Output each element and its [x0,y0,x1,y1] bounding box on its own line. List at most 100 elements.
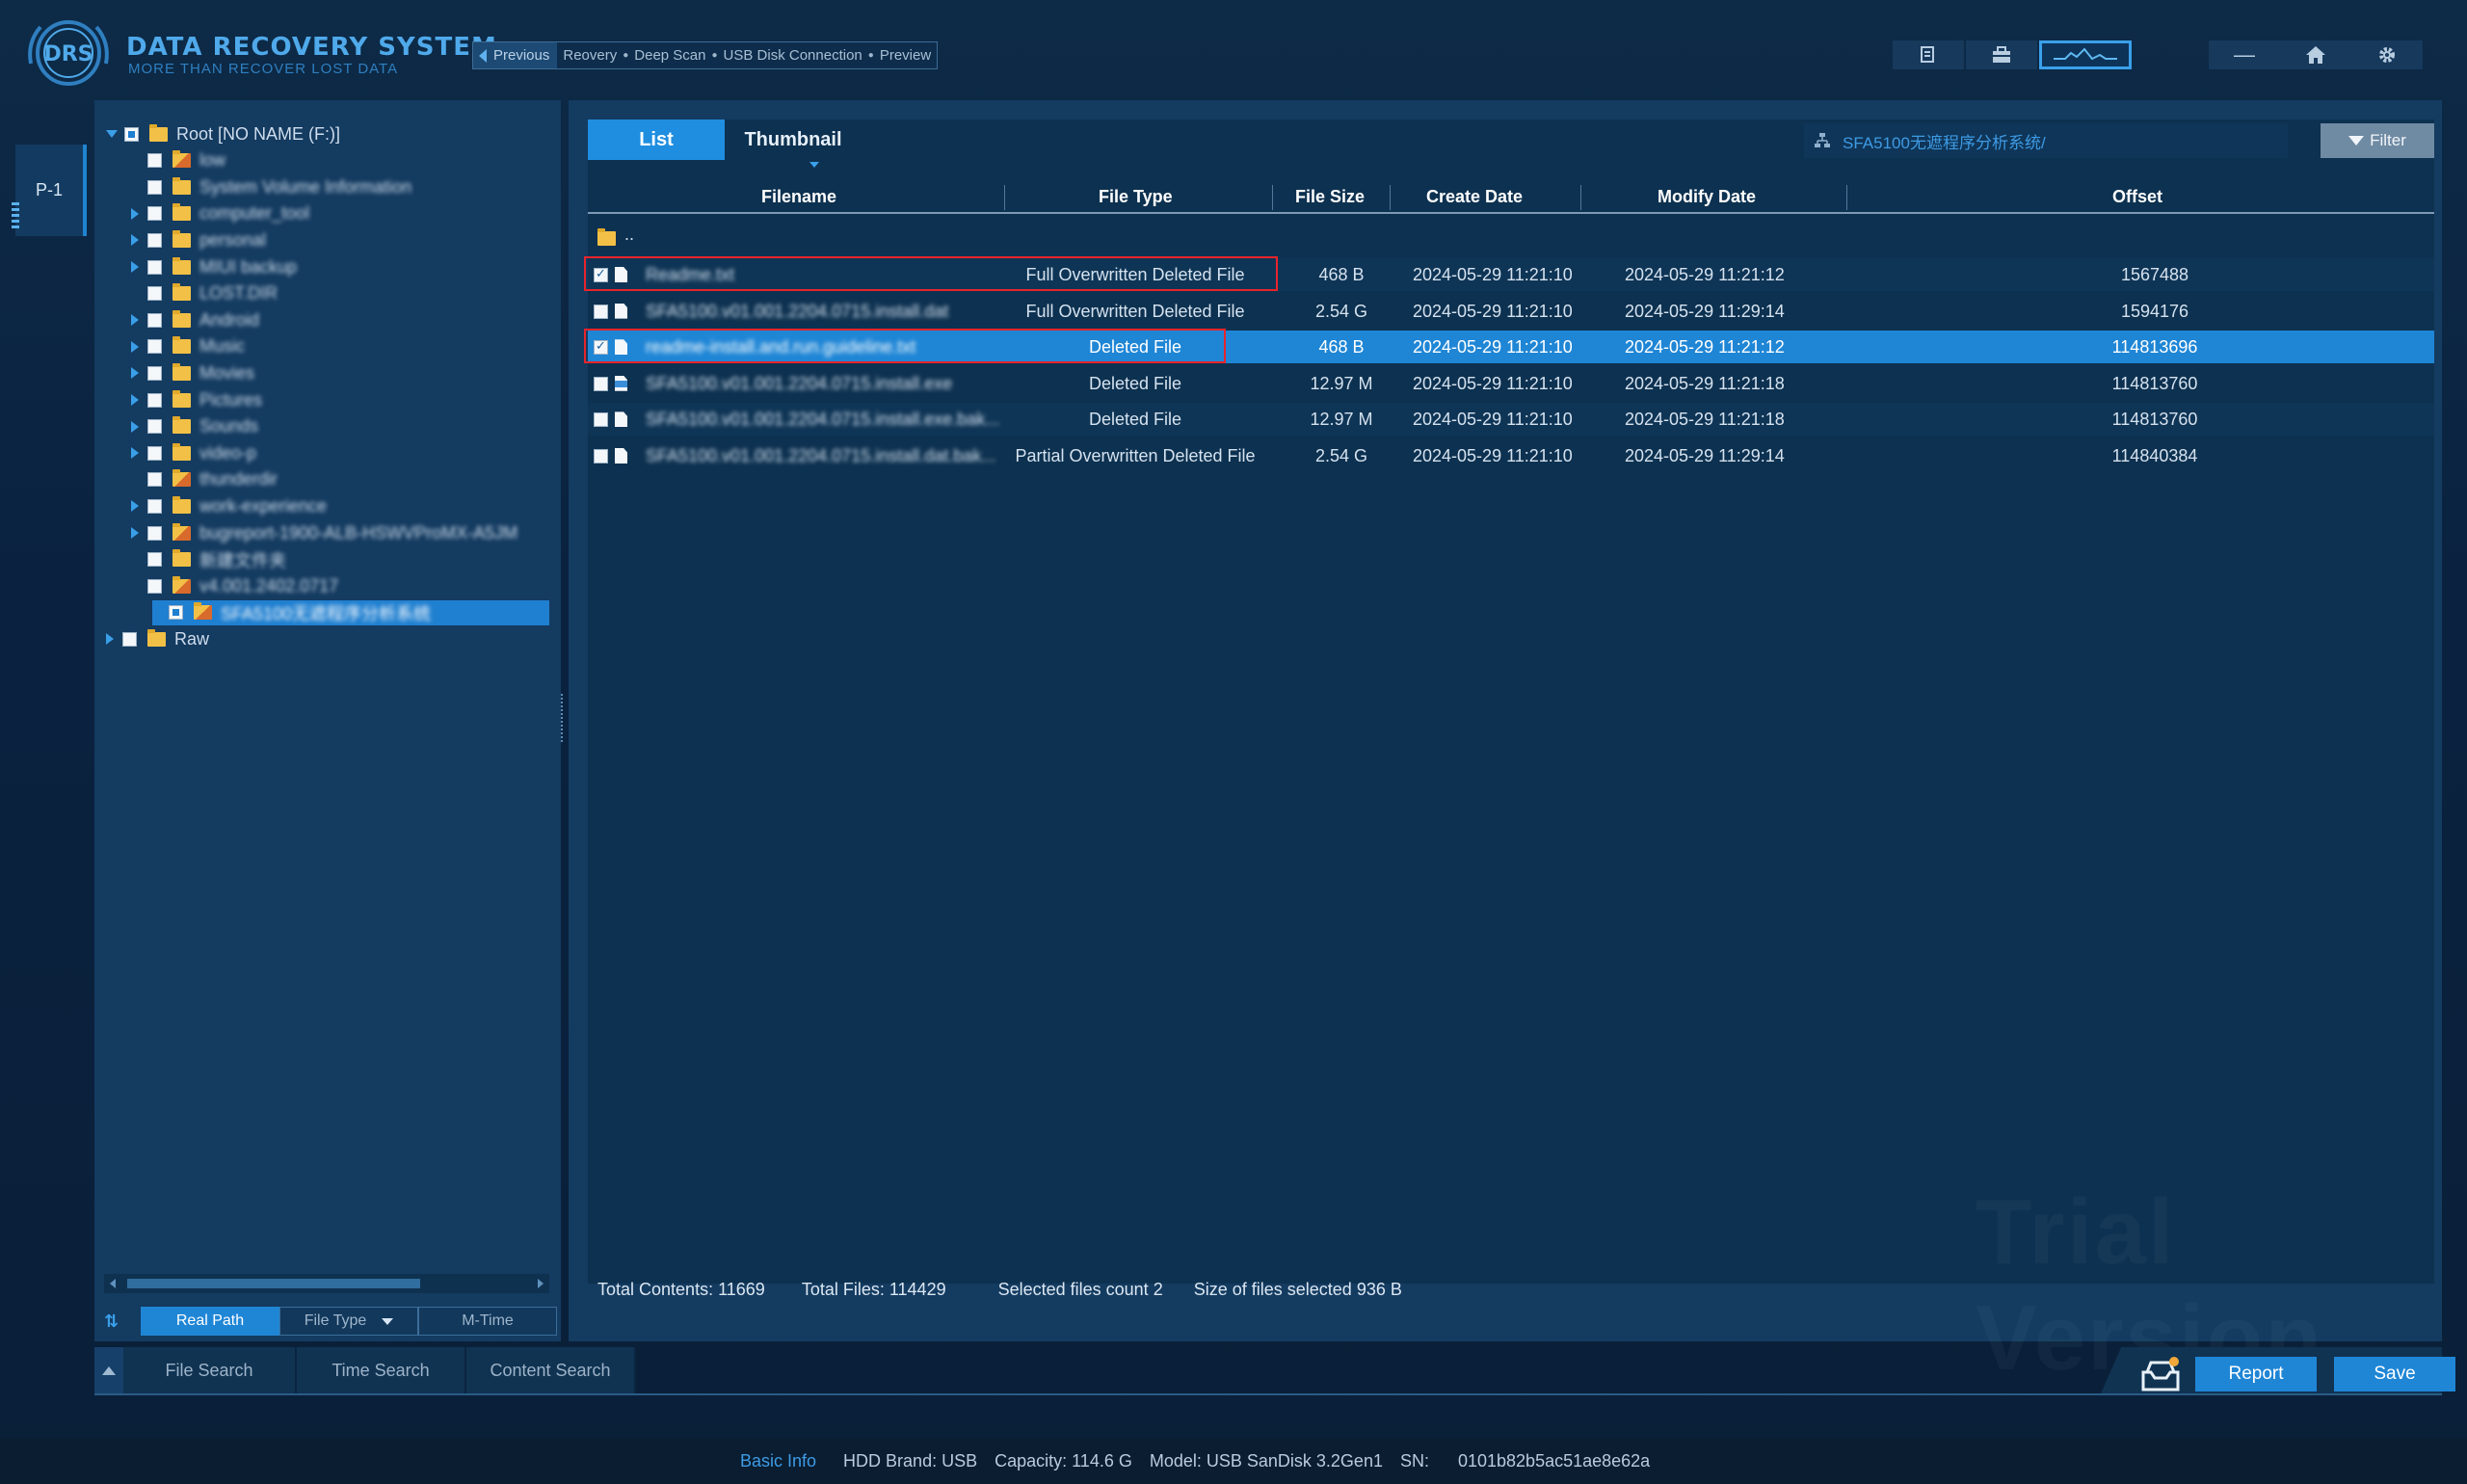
tree-item-checkbox[interactable] [147,472,162,488]
tree-item[interactable]: SFA5100无遮程序分析系统 [152,599,549,625]
tree-item[interactable]: work-experience [131,493,327,518]
filter-button[interactable]: Filter [2321,123,2434,158]
expand-arrow-icon[interactable] [131,314,139,327]
tree-item[interactable]: Movies [131,360,254,385]
tree-item[interactable]: computer_tool [131,201,309,226]
column-offset[interactable]: Offset [2112,187,2162,207]
column-file-type[interactable]: File Type [1099,187,1173,207]
tree-item-checkbox[interactable] [147,419,162,435]
breadcrumb-step-preview[interactable]: Preview [874,47,937,64]
expand-arrow-icon[interactable] [131,420,139,433]
briefcase-button[interactable] [1966,40,2037,69]
sort-m-time-button[interactable]: M-Time [418,1307,557,1336]
tree-item-checkbox[interactable] [147,259,162,275]
tree-item-checkbox[interactable] [122,631,137,647]
tree-item[interactable]: Raw [106,626,209,651]
tree-item-checkbox[interactable] [147,206,162,222]
tree-item[interactable]: System Volume Information [131,174,411,199]
settings-button[interactable] [2351,40,2423,69]
tree-item[interactable]: thunderdir [131,467,278,492]
tree-item-checkbox[interactable] [147,578,162,594]
file-row-checkbox[interactable] [594,304,608,319]
expand-arrow-icon[interactable] [131,340,139,353]
expand-arrow-icon[interactable] [131,367,139,380]
tree-item-checkbox[interactable] [147,153,162,169]
tree-item-checkbox[interactable] [147,552,162,568]
panel-splitter-handle[interactable] [561,694,567,742]
tree-item[interactable]: bugreport-1900-ALB-HSWVProMX-A5JM [131,520,517,545]
tree-item-checkbox[interactable] [147,312,162,328]
expand-arrow-icon[interactable] [131,394,139,406]
scroll-left-icon[interactable] [110,1279,116,1288]
breadcrumb-step-recovery[interactable]: Reovery [557,47,623,64]
tree-item[interactable]: Pictures [131,387,262,412]
tree-item[interactable]: Root [NO NAME (F:)] [106,121,340,146]
tab-file-search[interactable]: File Search [123,1347,297,1393]
search-panel-toggle[interactable] [94,1347,123,1393]
tree-item-checkbox[interactable] [169,605,183,621]
tree-item[interactable]: MIUI backup [131,254,297,279]
expand-open-icon[interactable] [106,130,118,138]
expand-arrow-icon[interactable] [131,261,139,273]
column-separator[interactable] [1390,185,1391,210]
file-row[interactable]: SFA5100.v01.001.2204.0715.install.dat.ba… [588,439,2434,472]
tree-item[interactable]: Sounds [131,414,258,439]
sort-icon[interactable]: ⇅ [104,1312,127,1332]
waveform-button[interactable] [2039,40,2132,69]
column-separator[interactable] [1004,185,1005,210]
tree-item[interactable]: Android [131,307,259,332]
tab-content-search[interactable]: Content Search [466,1347,636,1393]
file-row[interactable]: SFA5100.v01.001.2204.0715.install.dat Ful… [588,295,2434,328]
expand-arrow-icon[interactable] [106,633,114,646]
sort-real-path-button[interactable]: Real Path [141,1307,279,1336]
expand-arrow-icon[interactable] [131,500,139,513]
expand-arrow-icon[interactable] [131,234,139,247]
report-doc-button[interactable] [1893,40,1964,69]
file-row-checkbox[interactable] [594,449,608,464]
file-row-checkbox[interactable] [594,412,608,428]
file-row[interactable]: SFA5100.v01.001.2204.0715.install.exe Del… [588,367,2434,400]
expand-arrow-icon[interactable] [131,447,139,460]
scroll-right-icon[interactable] [538,1279,544,1288]
tree-item[interactable]: v4.001.2402.0717 [131,573,338,598]
column-separator[interactable] [1846,185,1847,210]
tree-item-checkbox[interactable] [147,525,162,541]
column-separator[interactable] [1580,185,1581,210]
column-file-size[interactable]: File Size [1295,187,1365,207]
tree-item-checkbox[interactable] [147,498,162,514]
tree-item-checkbox[interactable] [147,392,162,408]
tree-item-checkbox[interactable] [147,232,162,248]
file-row-checkbox[interactable] [594,376,608,391]
home-button[interactable] [2280,40,2351,69]
column-filename[interactable]: Filename [761,187,836,207]
column-separator[interactable] [1272,185,1273,210]
report-button[interactable]: Report [2195,1357,2317,1391]
current-path-field[interactable]: SFA5100无遮程序分析系统/ [1804,123,2288,158]
tree-item-checkbox[interactable] [147,286,162,302]
tab-thumbnail[interactable]: Thumbnail [725,119,862,160]
expand-arrow-icon[interactable] [131,527,139,539]
tree-item[interactable]: low [131,148,225,173]
tree-item-checkbox[interactable] [147,339,162,355]
sort-file-type-dropdown[interactable]: File Type [279,1307,418,1336]
save-button[interactable]: Save [2334,1357,2455,1391]
minimize-button[interactable]: — [2209,40,2280,69]
tree-item[interactable]: LOST.DIR [131,281,278,306]
tree-item-checkbox[interactable] [147,445,162,461]
tree-item-checkbox[interactable] [147,179,162,195]
tree-item[interactable]: personal [131,227,266,252]
column-modify-date[interactable]: Modify Date [1658,187,1756,207]
column-create-date[interactable]: Create Date [1426,187,1523,207]
parent-directory-row[interactable]: .. [588,222,2434,254]
expand-arrow-icon[interactable] [131,207,139,220]
open-folder-icon[interactable] [2139,1355,2182,1393]
tree-item[interactable]: 新建文件夹 [131,547,286,572]
tree-item[interactable]: video-p [131,440,256,465]
partition-tab[interactable]: P-1 [12,145,87,236]
scrollbar-thumb[interactable] [127,1279,420,1288]
breadcrumb-step-deep-scan[interactable]: Deep Scan [628,47,711,64]
breadcrumb-step-usb-connection[interactable]: USB Disk Connection [718,47,868,64]
tree-item-checkbox[interactable] [124,126,139,142]
tree-item-checkbox[interactable] [147,365,162,381]
tab-time-search[interactable]: Time Search [297,1347,466,1393]
